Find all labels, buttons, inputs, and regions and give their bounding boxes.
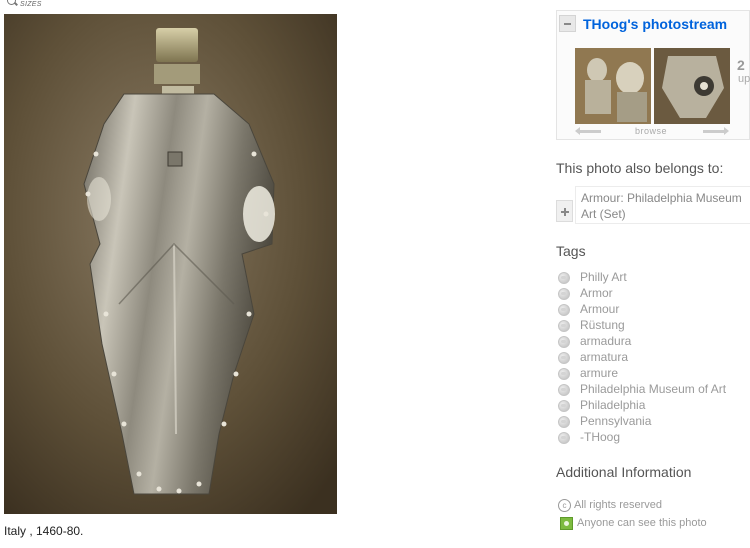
tag-label[interactable]: Pennsylvania [580,414,651,428]
tag-label[interactable]: -THoog [580,430,620,444]
sizes-label: SIZES [20,1,42,8]
tags-heading: Tags [556,243,586,259]
photostream-panel: THoog's photostream 2 up browse [556,10,750,140]
photostream-count: 2 [737,57,745,73]
globe-icon [558,288,570,300]
public-privacy-icon [560,517,573,530]
copyright-icon: c [558,499,571,512]
thumbnail-current[interactable] [654,48,730,124]
set-link[interactable]: Armour: Philadelphia Museum Art (Set) [581,190,750,222]
globe-icon [558,304,570,316]
photostream-up-label: up [738,73,750,85]
tag-label[interactable]: armatura [580,350,628,364]
photostream-header: THoog's photostream [557,11,750,39]
globe-icon [558,336,570,348]
globe-icon [558,416,570,428]
collapse-icon[interactable] [559,15,576,32]
globe-icon [558,384,570,396]
tag-label[interactable]: Rüstung [580,318,625,332]
sizes-link[interactable]: SIZES [6,0,42,8]
tag-label[interactable]: Philly Art [580,270,627,284]
globe-icon [558,320,570,332]
knight-armor-thumbnail [575,48,651,124]
thumbnail-previous[interactable] [575,48,651,124]
magnifier-icon [6,0,18,8]
belongs-heading: This photo also belongs to: [556,160,724,176]
globe-icon [558,368,570,380]
tag-label[interactable]: Armor [580,286,613,300]
photostream-title[interactable]: THoog's photostream [583,16,727,32]
globe-icon [558,400,570,412]
arrow-left-icon[interactable] [575,127,601,135]
tag-label[interactable]: Philadelphia Museum of Art [580,382,726,396]
globe-icon [558,432,570,444]
plate-thumbnail [654,48,730,124]
tag-label[interactable]: Philadelphia [580,398,645,412]
additional-info-heading: Additional Information [556,464,692,480]
main-photo[interactable] [4,14,337,514]
tag-label[interactable]: Armour [580,302,619,316]
globe-icon [558,352,570,364]
browse-link[interactable]: browse [635,126,667,136]
privacy-text: Anyone can see this photo [577,517,707,529]
globe-icon [558,272,570,284]
license-text[interactable]: All rights reserved [574,499,662,511]
photo-caption: Italy , 1460-80. [4,524,84,538]
armor-plate-image [4,14,337,514]
tag-label[interactable]: armure [580,366,618,380]
tag-label[interactable]: armadura [580,334,631,348]
plus-icon[interactable] [556,200,573,222]
arrow-right-icon[interactable] [703,127,729,135]
